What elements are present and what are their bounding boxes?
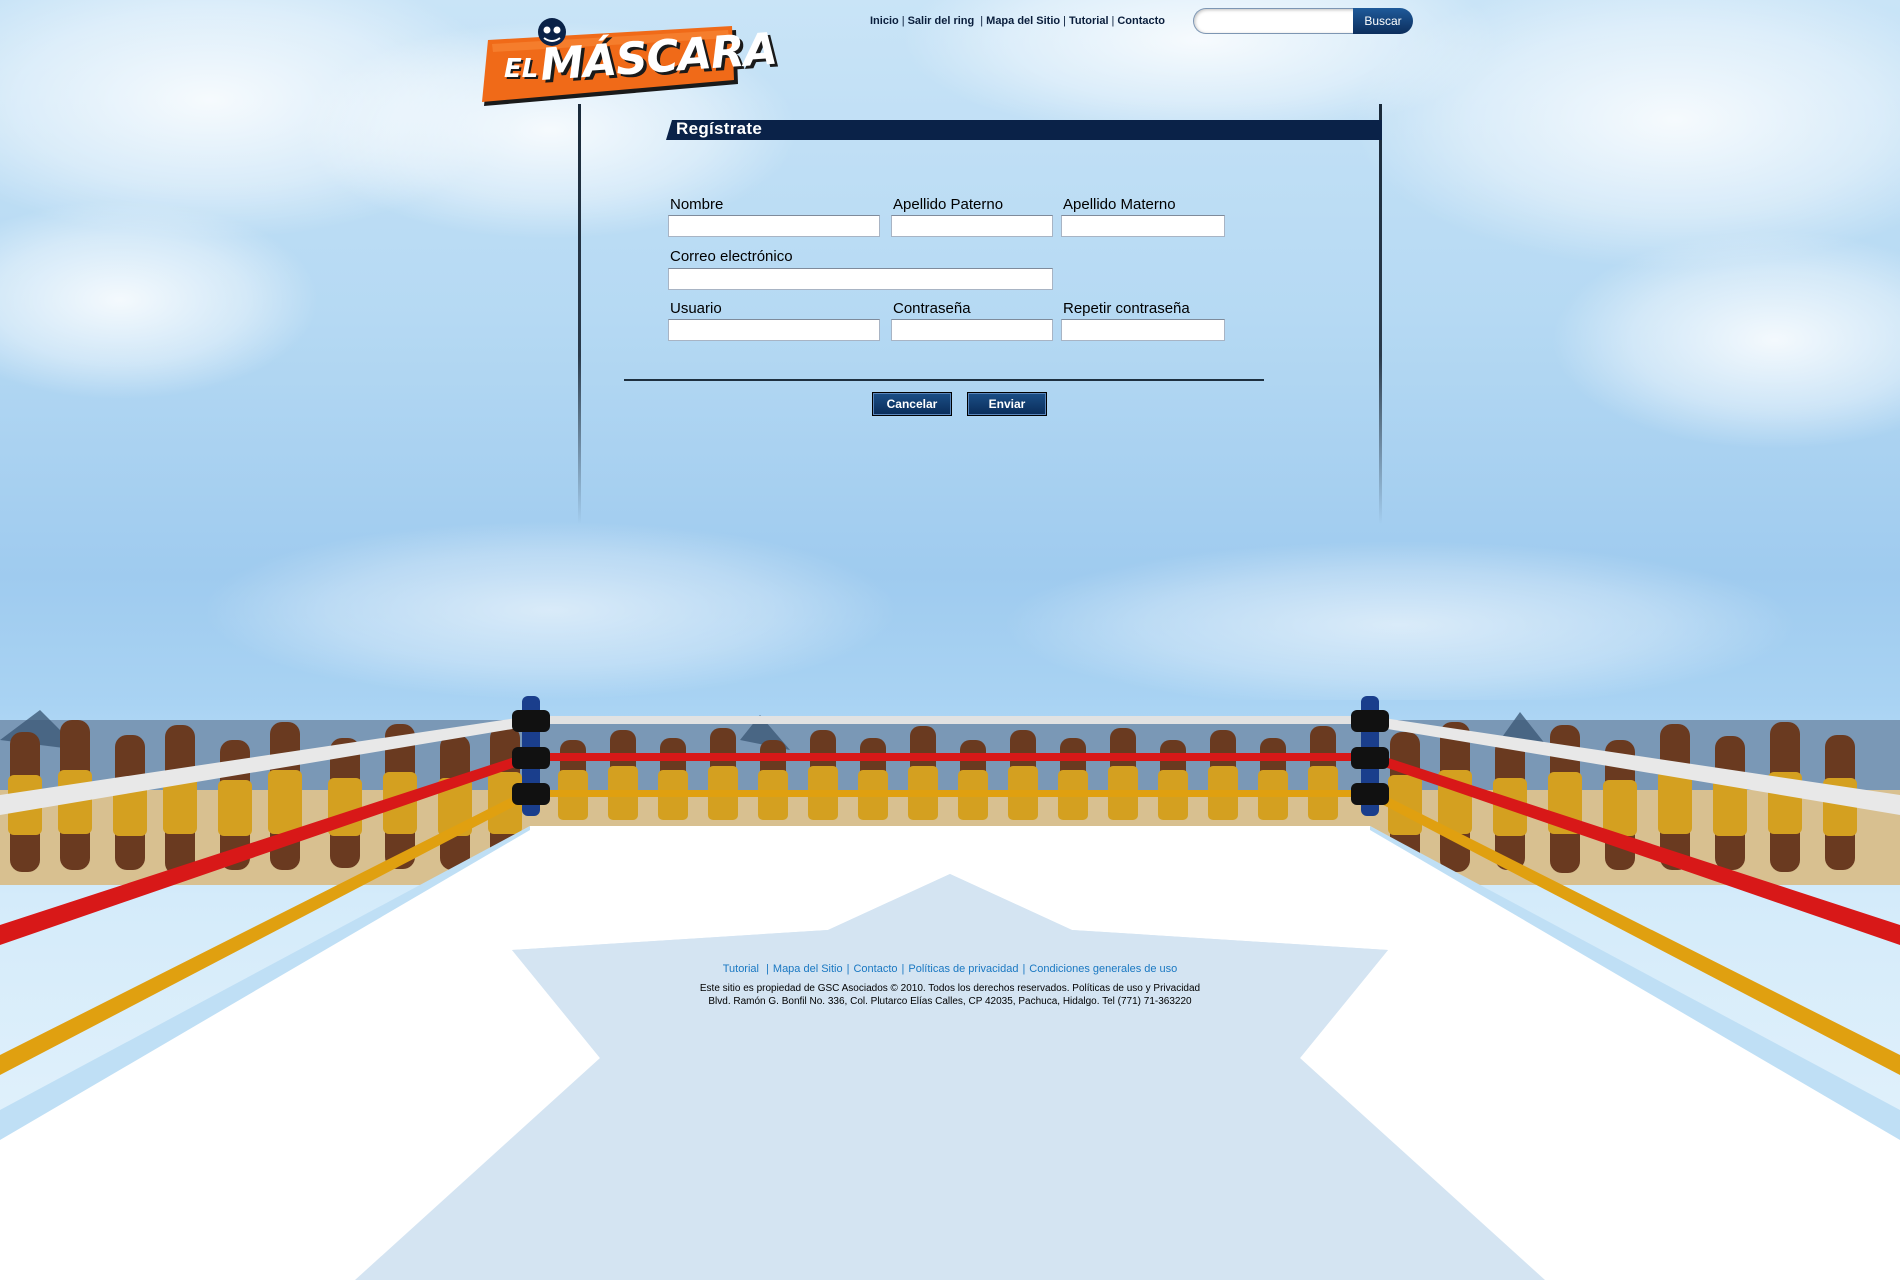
logo-text-el: EL (504, 54, 539, 84)
footer-link-privacidad[interactable]: Políticas de privacidad (908, 963, 1018, 975)
email-field[interactable] (668, 268, 1053, 290)
rope-back-red (530, 753, 1370, 761)
footer-link-tutorial[interactable]: Tutorial (723, 963, 759, 975)
footer-links: Tutorial | Mapa del Sitio | Contacto | Políti… (722, 963, 1178, 975)
nav-salir-del-ring[interactable]: Salir del ring (908, 15, 975, 27)
form-title-bar (666, 120, 1382, 140)
usuario-label: Usuario (670, 300, 722, 317)
panel-left-border (578, 104, 581, 524)
nombre-label: Nombre (670, 196, 724, 213)
nombre-field[interactable] (668, 215, 880, 237)
usuario-field[interactable] (668, 319, 880, 341)
footer-link-condiciones[interactable]: Condiciones generales de uso (1029, 963, 1177, 975)
apellido-materno-label: Apellido Materno (1063, 196, 1176, 213)
form-divider (624, 379, 1264, 381)
cancel-button[interactable]: Cancelar (872, 392, 952, 416)
nav-mapa-del-sitio[interactable]: Mapa del Sitio (986, 15, 1060, 27)
correo-label: Correo electrónico (670, 248, 793, 265)
contrasena-field[interactable] (891, 319, 1053, 341)
ring-post-left (512, 696, 550, 816)
search-box: Buscar (1193, 8, 1413, 34)
nav-contacto[interactable]: Contacto (1117, 15, 1165, 27)
footer-copyright: Este sitio es propiedad de GSC Asociados… (699, 983, 1201, 994)
footer-address: Blvd. Ramón G. Bonfil No. 336, Col. Plut… (708, 996, 1192, 1007)
form-title: Regístrate (676, 119, 763, 138)
ring-post-right (1351, 696, 1389, 816)
submit-button[interactable]: Enviar (967, 392, 1047, 416)
wrestling-ring (0, 696, 1900, 1280)
search-input[interactable] (1193, 8, 1355, 34)
rope-back-yellow (530, 790, 1370, 797)
apellido-paterno-label: Apellido Paterno (893, 196, 1004, 213)
footer-link-contacto[interactable]: Contacto (853, 963, 897, 975)
apellido-paterno-field[interactable] (891, 215, 1053, 237)
rope-back-white (530, 716, 1370, 724)
repetir-contrasena-field[interactable] (1061, 319, 1225, 341)
nav-tutorial[interactable]: Tutorial (1069, 15, 1109, 27)
top-nav: Inicio | Salir del ring | Mapa del Sitio | Tu… (870, 15, 1166, 27)
apellido-materno-field[interactable] (1061, 215, 1225, 237)
contrasena-label: Contraseña (893, 300, 971, 317)
nav-inicio[interactable]: Inicio (870, 15, 899, 27)
repetir-contrasena-label: Repetir contraseña (1063, 300, 1190, 317)
panel-right-border (1379, 104, 1382, 524)
footer-link-mapa-del-sitio[interactable]: Mapa del Sitio (773, 963, 843, 975)
el-mascara-logo[interactable]: EL MÁSCARA (480, 14, 778, 108)
search-button[interactable]: Buscar (1353, 8, 1413, 34)
